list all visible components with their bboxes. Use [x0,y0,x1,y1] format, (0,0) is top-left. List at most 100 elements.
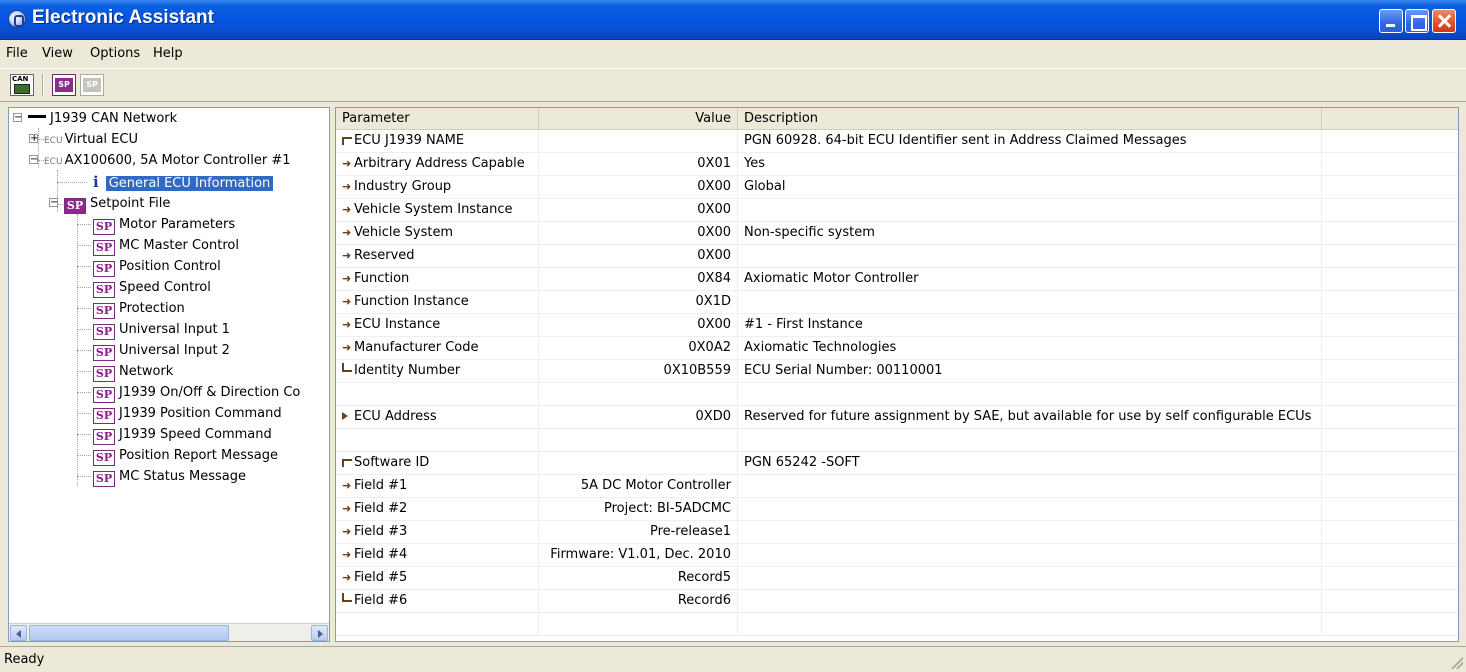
tree-item-setpoint[interactable]: SP Motor Parameters [93,214,235,235]
empty-cell [1322,613,1458,636]
table-row[interactable]: ➜ Field #2 Project: BI-5ADCMC [336,498,1458,521]
parameter-cell: ➜ Field #3 [336,521,539,544]
table-row[interactable]: Software ID PGN 65242 -SOFT [336,452,1458,475]
parameter-cell: ➜ Arbitrary Address Capable [336,153,539,176]
value-cell: Project: BI-5ADCMC [539,498,738,521]
column-header-empty [1322,108,1458,130]
table-row[interactable]: ➜ Arbitrary Address Capable 0X01 Yes [336,153,1458,176]
network-tree[interactable]: − J1939 CAN Network + ECU Virtual ECU − E… [8,107,330,642]
minimize-button[interactable] [1379,9,1403,33]
ecu-icon: ECU [44,136,63,146]
setpoint-icon: SP [93,240,115,256]
tree-item-virtual-ecu[interactable]: + ECU Virtual ECU [29,129,138,150]
table-row[interactable]: ECU Address 0XD0 Reserved for future assig… [336,406,1458,429]
tree-item-setpoint[interactable]: SP Universal Input 2 [93,340,230,361]
empty-cell [1322,475,1458,498]
tree-connector [77,371,91,372]
tree-item-setpoint[interactable]: SP Speed Control [93,277,211,298]
tree-branch-icon: ➜ [342,502,352,515]
setpoint-icon: SP [93,261,115,277]
parameter-name: Field #1 [354,478,408,493]
empty-cell [1322,314,1458,337]
tree-horizontal-scrollbar[interactable] [9,623,329,641]
parameter-cell: Identity Number [336,360,539,383]
table-row[interactable]: ➜ Industry Group 0X00 Global [336,176,1458,199]
tree-item-controller[interactable]: − ECU AX100600, 5A Motor Controller #1 [29,150,291,171]
column-header-description[interactable]: Description [738,108,1322,130]
tree-branch-icon: ➜ [342,295,352,308]
app-window: Electronic Assistant File View Options H… [0,0,1466,672]
empty-cell [1322,268,1458,291]
table-row[interactable]: ➜ Function Instance 0X1D [336,291,1458,314]
open-setpoint-icon[interactable]: SP [52,74,76,96]
expand-icon[interactable]: + [29,134,38,144]
tree-item-setpoint[interactable]: SP MC Status Message [93,466,246,487]
scroll-right-icon[interactable] [311,625,328,641]
tree-item-root[interactable]: − J1939 CAN Network [13,108,177,129]
tree-item-setpoint[interactable]: SP Network [93,361,173,382]
table-row[interactable]: ➜ Vehicle System Instance 0X00 [336,199,1458,222]
menu-file[interactable]: File [6,46,28,61]
table-row[interactable]: ➜ Reserved 0X00 [336,245,1458,268]
column-header-parameter[interactable]: Parameter [336,108,539,130]
tree-connector [77,392,91,393]
info-icon: i [93,173,99,191]
close-button[interactable] [1432,9,1456,33]
table-row[interactable] [336,429,1458,452]
tree-branch-icon [342,137,352,145]
column-header-value[interactable]: Value [539,108,738,130]
table-row[interactable]: ECU J1939 NAME PGN 60928. 64-bit ECU Iden… [336,130,1458,153]
table-row[interactable]: Field #6 Record6 [336,590,1458,613]
table-row[interactable]: ➜ Function 0X84 Axiomatic Motor Controller [336,268,1458,291]
table-row[interactable] [336,613,1458,636]
tree-item-setpoint[interactable]: SP Protection [93,298,185,319]
scroll-thumb[interactable] [29,625,229,641]
collapse-icon[interactable]: − [29,155,38,165]
scroll-left-icon[interactable] [10,625,27,641]
collapse-icon[interactable]: − [13,113,22,123]
tree-item-general-info[interactable]: i General ECU Information [93,172,275,193]
status-text: Ready [4,652,45,667]
table-row[interactable]: ➜ Manufacturer Code 0X0A2 Axiomatic Technol… [336,337,1458,360]
table-row[interactable]: ➜ Vehicle System 0X00 Non-specific system [336,222,1458,245]
setpoint-icon: SP [93,429,115,445]
description-cell [738,590,1322,613]
parameter-cell: ➜ Function [336,268,539,291]
parameter-grid[interactable]: Parameter Value Description ECU J1939 NA… [335,107,1459,642]
maximize-button[interactable] [1405,9,1429,33]
table-row[interactable]: ➜ ECU Instance 0X00 #1 - First Instance [336,314,1458,337]
parameter-name: Field #3 [354,524,408,539]
tree-item-setpoint-file[interactable]: − SP Setpoint File [49,193,170,214]
table-row[interactable]: ➜ Field #5 Record5 [336,567,1458,590]
table-row[interactable]: Identity Number 0X10B559 ECU Serial Number… [336,360,1458,383]
table-row[interactable]: ➜ Field #4 Firmware: V1.01, Dec. 2010 [336,544,1458,567]
tree-item-setpoint[interactable]: SP J1939 Position Command [93,403,282,424]
title-bar[interactable]: Electronic Assistant [0,0,1466,40]
description-cell [738,521,1322,544]
tree-label: Network [119,364,174,379]
table-row[interactable]: ➜ Field #3 Pre-release1 [336,521,1458,544]
menu-options[interactable]: Options [90,46,140,61]
tree-branch-icon: ➜ [342,525,352,538]
tree-item-setpoint[interactable]: SP MC Master Control [93,235,239,256]
table-row[interactable] [336,383,1458,406]
parameter-name: Vehicle System Instance [354,202,513,217]
menu-view[interactable]: View [42,46,73,61]
table-row[interactable]: ➜ Field #1 5A DC Motor Controller [336,475,1458,498]
resize-grip-icon[interactable] [1451,657,1463,669]
menu-help[interactable]: Help [153,46,183,61]
tree-connector [77,350,91,351]
can-network-icon[interactable]: CAN [10,74,34,96]
parameter-cell: ➜ Field #5 [336,567,539,590]
description-cell: ECU Serial Number: 00110001 [738,360,1322,383]
description-cell [738,498,1322,521]
description-cell [738,429,1322,452]
empty-cell [1322,153,1458,176]
collapse-icon[interactable]: − [49,198,58,208]
tree-item-setpoint[interactable]: SP Position Control [93,256,221,277]
save-setpoint-icon[interactable]: SP [80,74,104,96]
tree-item-setpoint[interactable]: SP J1939 Speed Command [93,424,272,445]
tree-item-setpoint[interactable]: SP Universal Input 1 [93,319,230,340]
tree-item-setpoint[interactable]: SP Position Report Message [93,445,278,466]
tree-item-setpoint[interactable]: SP J1939 On/Off & Direction Co [93,382,300,403]
